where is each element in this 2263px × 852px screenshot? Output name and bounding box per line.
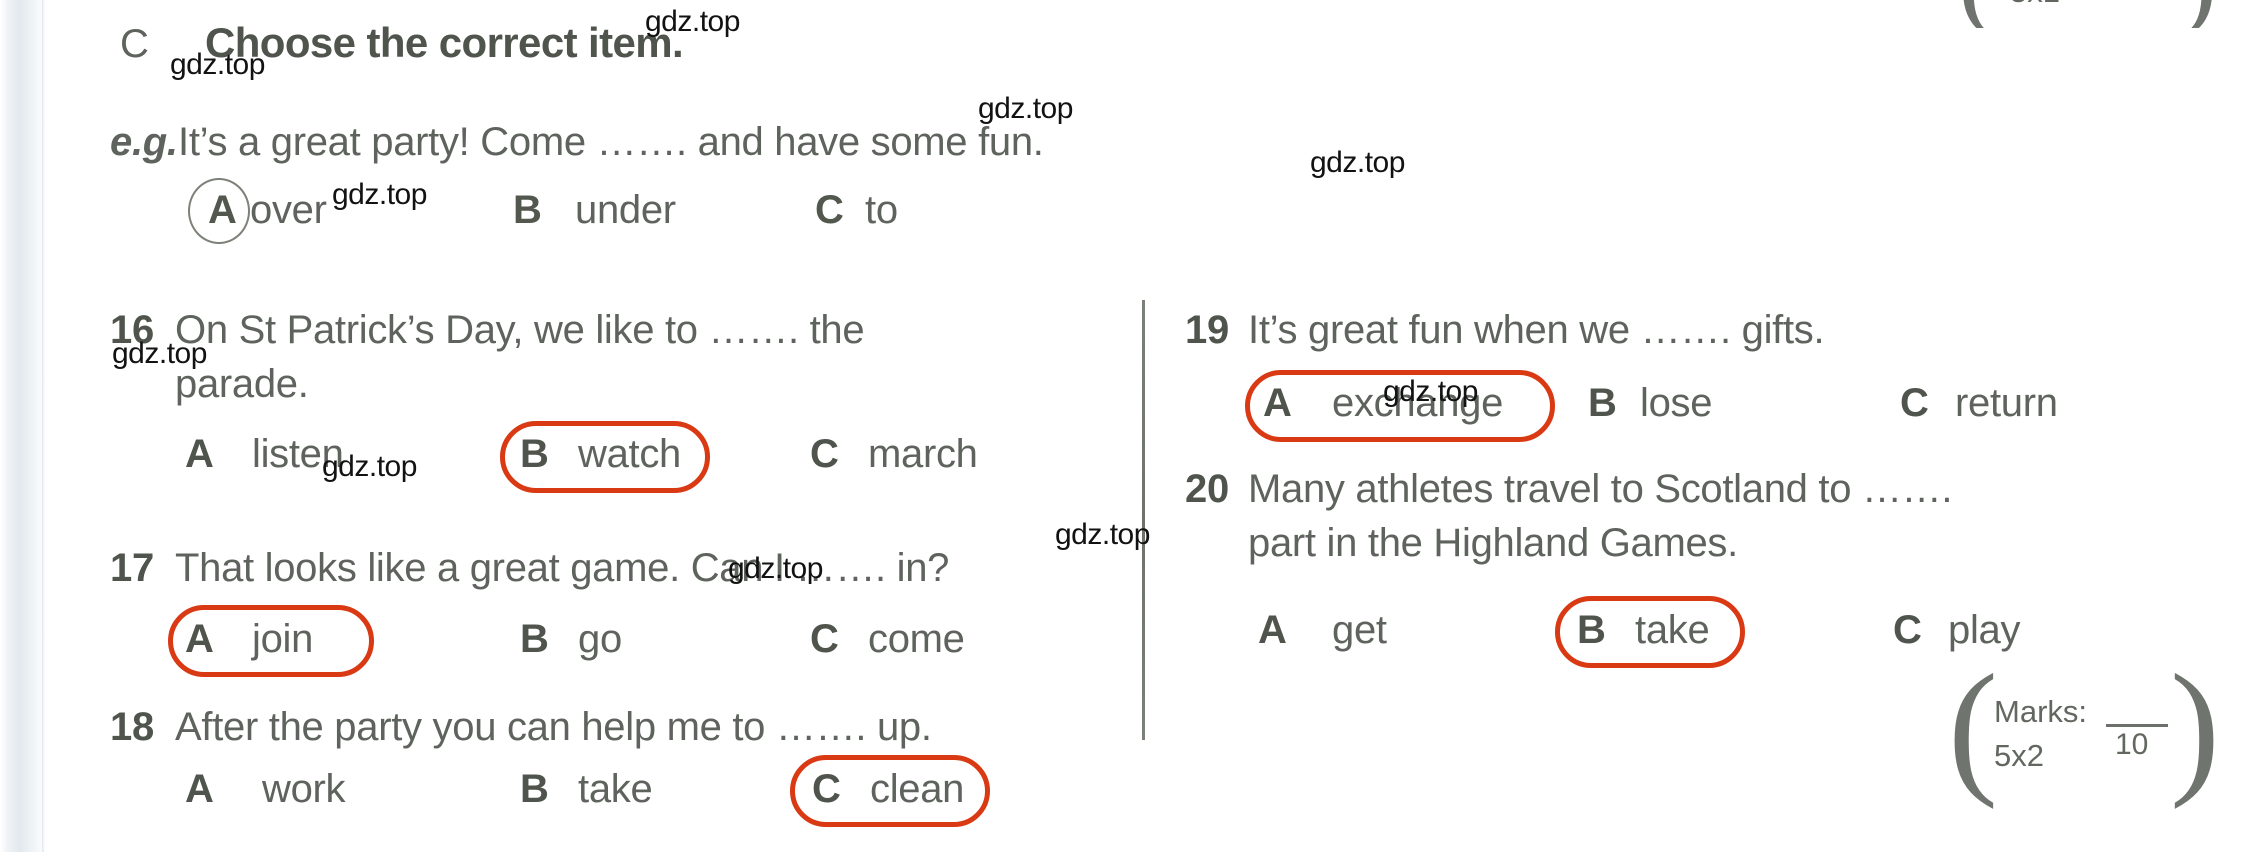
question-20-option-a-letter[interactable]: A — [1258, 608, 1287, 653]
worksheet-page: C Choose the correct item. e.g. It’s a g… — [0, 0, 2263, 852]
question-20-number: 20 — [1185, 467, 1229, 511]
question-16-text-line-1: On St Patrick’s Day, we like to ……. the — [175, 308, 865, 352]
marks-multiplier-top: 5x1 — [2010, 0, 2060, 10]
question-19-text-line-1: It’s great fun when we ……. gifts. — [1248, 308, 1825, 352]
marks-left-paren-top: ( — [1958, 0, 1995, 28]
example-sentence: It’s a great party! Come ……. and have so… — [178, 120, 1044, 164]
question-16-option-c-letter[interactable]: C — [810, 432, 839, 477]
marks-label: Marks: — [1994, 694, 2087, 729]
question-17-text-line-1: That looks like a great game. Can I ……. … — [175, 546, 950, 590]
question-18-option-c-word[interactable]: clean — [870, 767, 964, 812]
question-18-option-b-word[interactable]: take — [578, 767, 653, 812]
example-label: e.g. — [110, 120, 178, 164]
marks-multiplier: 5x2 — [1994, 738, 2044, 773]
question-19-option-c-word[interactable]: return — [1955, 381, 2058, 426]
question-20-option-b-letter[interactable]: B — [1577, 608, 1606, 653]
watermark: gdz.top — [332, 178, 427, 211]
question-16-option-c-word[interactable]: march — [868, 432, 978, 477]
marks-right-paren: ) — [2170, 644, 2220, 810]
question-18-option-a-letter[interactable]: A — [185, 767, 214, 812]
watermark: gdz.top — [1383, 375, 1478, 408]
question-17-option-a-letter[interactable]: A — [185, 617, 214, 662]
watermark: gdz.top — [170, 48, 265, 81]
question-19-option-c-letter[interactable]: C — [1900, 381, 1929, 426]
question-19-option-b-letter[interactable]: B — [1588, 381, 1617, 426]
example-option-a-letter[interactable]: A — [208, 188, 237, 233]
question-17-option-c-word[interactable]: come — [868, 617, 965, 662]
watermark: gdz.top — [112, 337, 207, 370]
question-19-number: 19 — [1185, 308, 1229, 352]
exercise-letter: C — [120, 22, 149, 66]
marks-box: ( ) Marks: 10 5x2 — [1948, 652, 2228, 812]
exercise-title: Choose the correct item. — [205, 19, 684, 66]
question-20-option-a-word[interactable]: get — [1332, 608, 1387, 653]
watermark: gdz.top — [645, 5, 740, 38]
question-18-option-b-letter[interactable]: B — [520, 767, 549, 812]
example-option-b-letter[interactable]: B — [513, 188, 542, 233]
question-16-option-a-letter[interactable]: A — [185, 432, 214, 477]
watermark: gdz.top — [728, 552, 823, 585]
question-17-option-c-letter[interactable]: C — [810, 617, 839, 662]
watermark: gdz.top — [1055, 518, 1150, 551]
question-19-option-a-letter[interactable]: A — [1263, 381, 1292, 426]
example-option-b-word[interactable]: under — [575, 188, 676, 233]
watermark: gdz.top — [978, 92, 1073, 125]
question-17-number: 17 — [110, 546, 154, 590]
question-16-option-b-letter[interactable]: B — [520, 432, 549, 477]
question-18-option-c-letter[interactable]: C — [812, 767, 841, 812]
question-17-option-b-letter[interactable]: B — [520, 617, 549, 662]
marks-box-top-cutoff: ( ) 5x1 — [1958, 0, 2218, 28]
example-option-c-letter[interactable]: C — [815, 188, 844, 233]
question-20-option-c-letter[interactable]: C — [1893, 608, 1922, 653]
marks-right-paren-top: ) — [2180, 0, 2217, 28]
example-option-a-word[interactable]: over — [250, 188, 327, 233]
book-spine-edge — [42, 0, 45, 852]
question-18-number: 18 — [110, 705, 154, 749]
question-20-text-line-2: part in the Highland Games. — [1248, 521, 1738, 565]
question-18-text-line-1: After the party you can help me to ……. u… — [175, 705, 932, 749]
book-spine-shadow — [0, 0, 46, 852]
example-option-c-word[interactable]: to — [865, 188, 898, 233]
question-20-text-line-1: Many athletes travel to Scotland to ……. — [1248, 467, 1953, 511]
question-16-option-b-word[interactable]: watch — [578, 432, 681, 477]
question-18-option-a-word[interactable]: work — [262, 767, 346, 812]
question-20-option-b-word[interactable]: take — [1635, 608, 1710, 653]
watermark: gdz.top — [1310, 146, 1405, 179]
watermark: gdz.top — [322, 450, 417, 483]
question-17-option-b-word[interactable]: go — [578, 617, 622, 662]
marks-score-blank[interactable] — [2106, 724, 2168, 727]
question-19-option-b-word[interactable]: lose — [1640, 381, 1712, 426]
marks-denominator: 10 — [2115, 728, 2149, 761]
marks-left-paren: ( — [1948, 644, 1998, 810]
question-17-option-a-word[interactable]: join — [252, 617, 313, 662]
